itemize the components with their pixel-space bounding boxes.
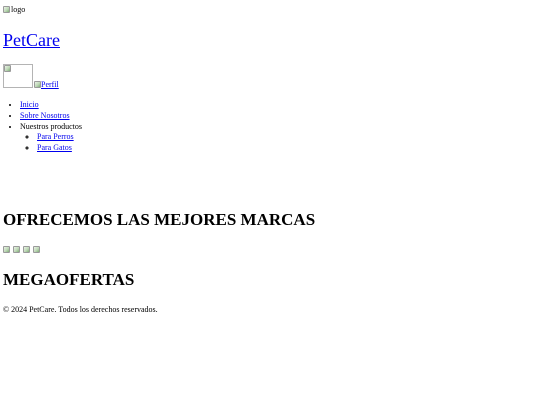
footer-copyright: © 2024 PetCare. Todos los derechos reser… — [3, 305, 158, 314]
broken-image-icon — [33, 246, 40, 253]
broken-image-icon — [13, 246, 20, 253]
logo-alt-text: logo — [11, 5, 26, 14]
submenu-item-gatos: Para Gatos — [37, 143, 82, 154]
main-nav: Inicio Sobre Nosotros Nuestros productos… — [20, 100, 82, 154]
brand-logos-row — [3, 245, 41, 254]
logo-image: logo — [3, 5, 25, 15]
submenu-link-perros[interactable]: Para Perros — [37, 132, 74, 141]
site-title: PetCare — [3, 29, 60, 51]
broken-image-icon — [34, 81, 41, 88]
submenu-link-gatos[interactable]: Para Gatos — [37, 143, 72, 152]
brand-logo-image — [3, 245, 10, 254]
nav-item-sobre-nosotros: Sobre Nosotros — [20, 111, 82, 122]
profile-link[interactable]: Perfil — [34, 80, 59, 90]
products-submenu: Para Perros Para Gatos — [20, 132, 82, 154]
broken-image-icon — [3, 246, 10, 253]
site-title-link[interactable]: PetCare — [3, 30, 60, 50]
submenu-item-perros: Para Perros — [37, 132, 82, 143]
nav-item-nuestros-productos: Nuestros productos Para Perros Para Gato… — [20, 122, 82, 154]
brands-heading: OFRECEMOS LAS MEJORES MARCAS — [3, 210, 316, 229]
broken-image-icon — [23, 246, 30, 253]
nav-link-sobre-nosotros[interactable]: Sobre Nosotros — [20, 111, 70, 120]
broken-image-icon — [3, 6, 10, 13]
brand-logo-image — [23, 245, 30, 254]
brand-logo-image — [33, 245, 40, 254]
broken-image-icon — [4, 65, 11, 72]
nav-item-inicio: Inicio — [20, 100, 82, 111]
nav-label-nuestros-productos[interactable]: Nuestros productos — [20, 122, 82, 131]
offers-heading: MEGAOFERTAS — [3, 270, 135, 289]
banner-image — [3, 64, 33, 88]
profile-alt-text: Perfil — [41, 80, 59, 89]
brand-logo-image — [13, 245, 20, 254]
nav-link-inicio[interactable]: Inicio — [20, 100, 39, 109]
